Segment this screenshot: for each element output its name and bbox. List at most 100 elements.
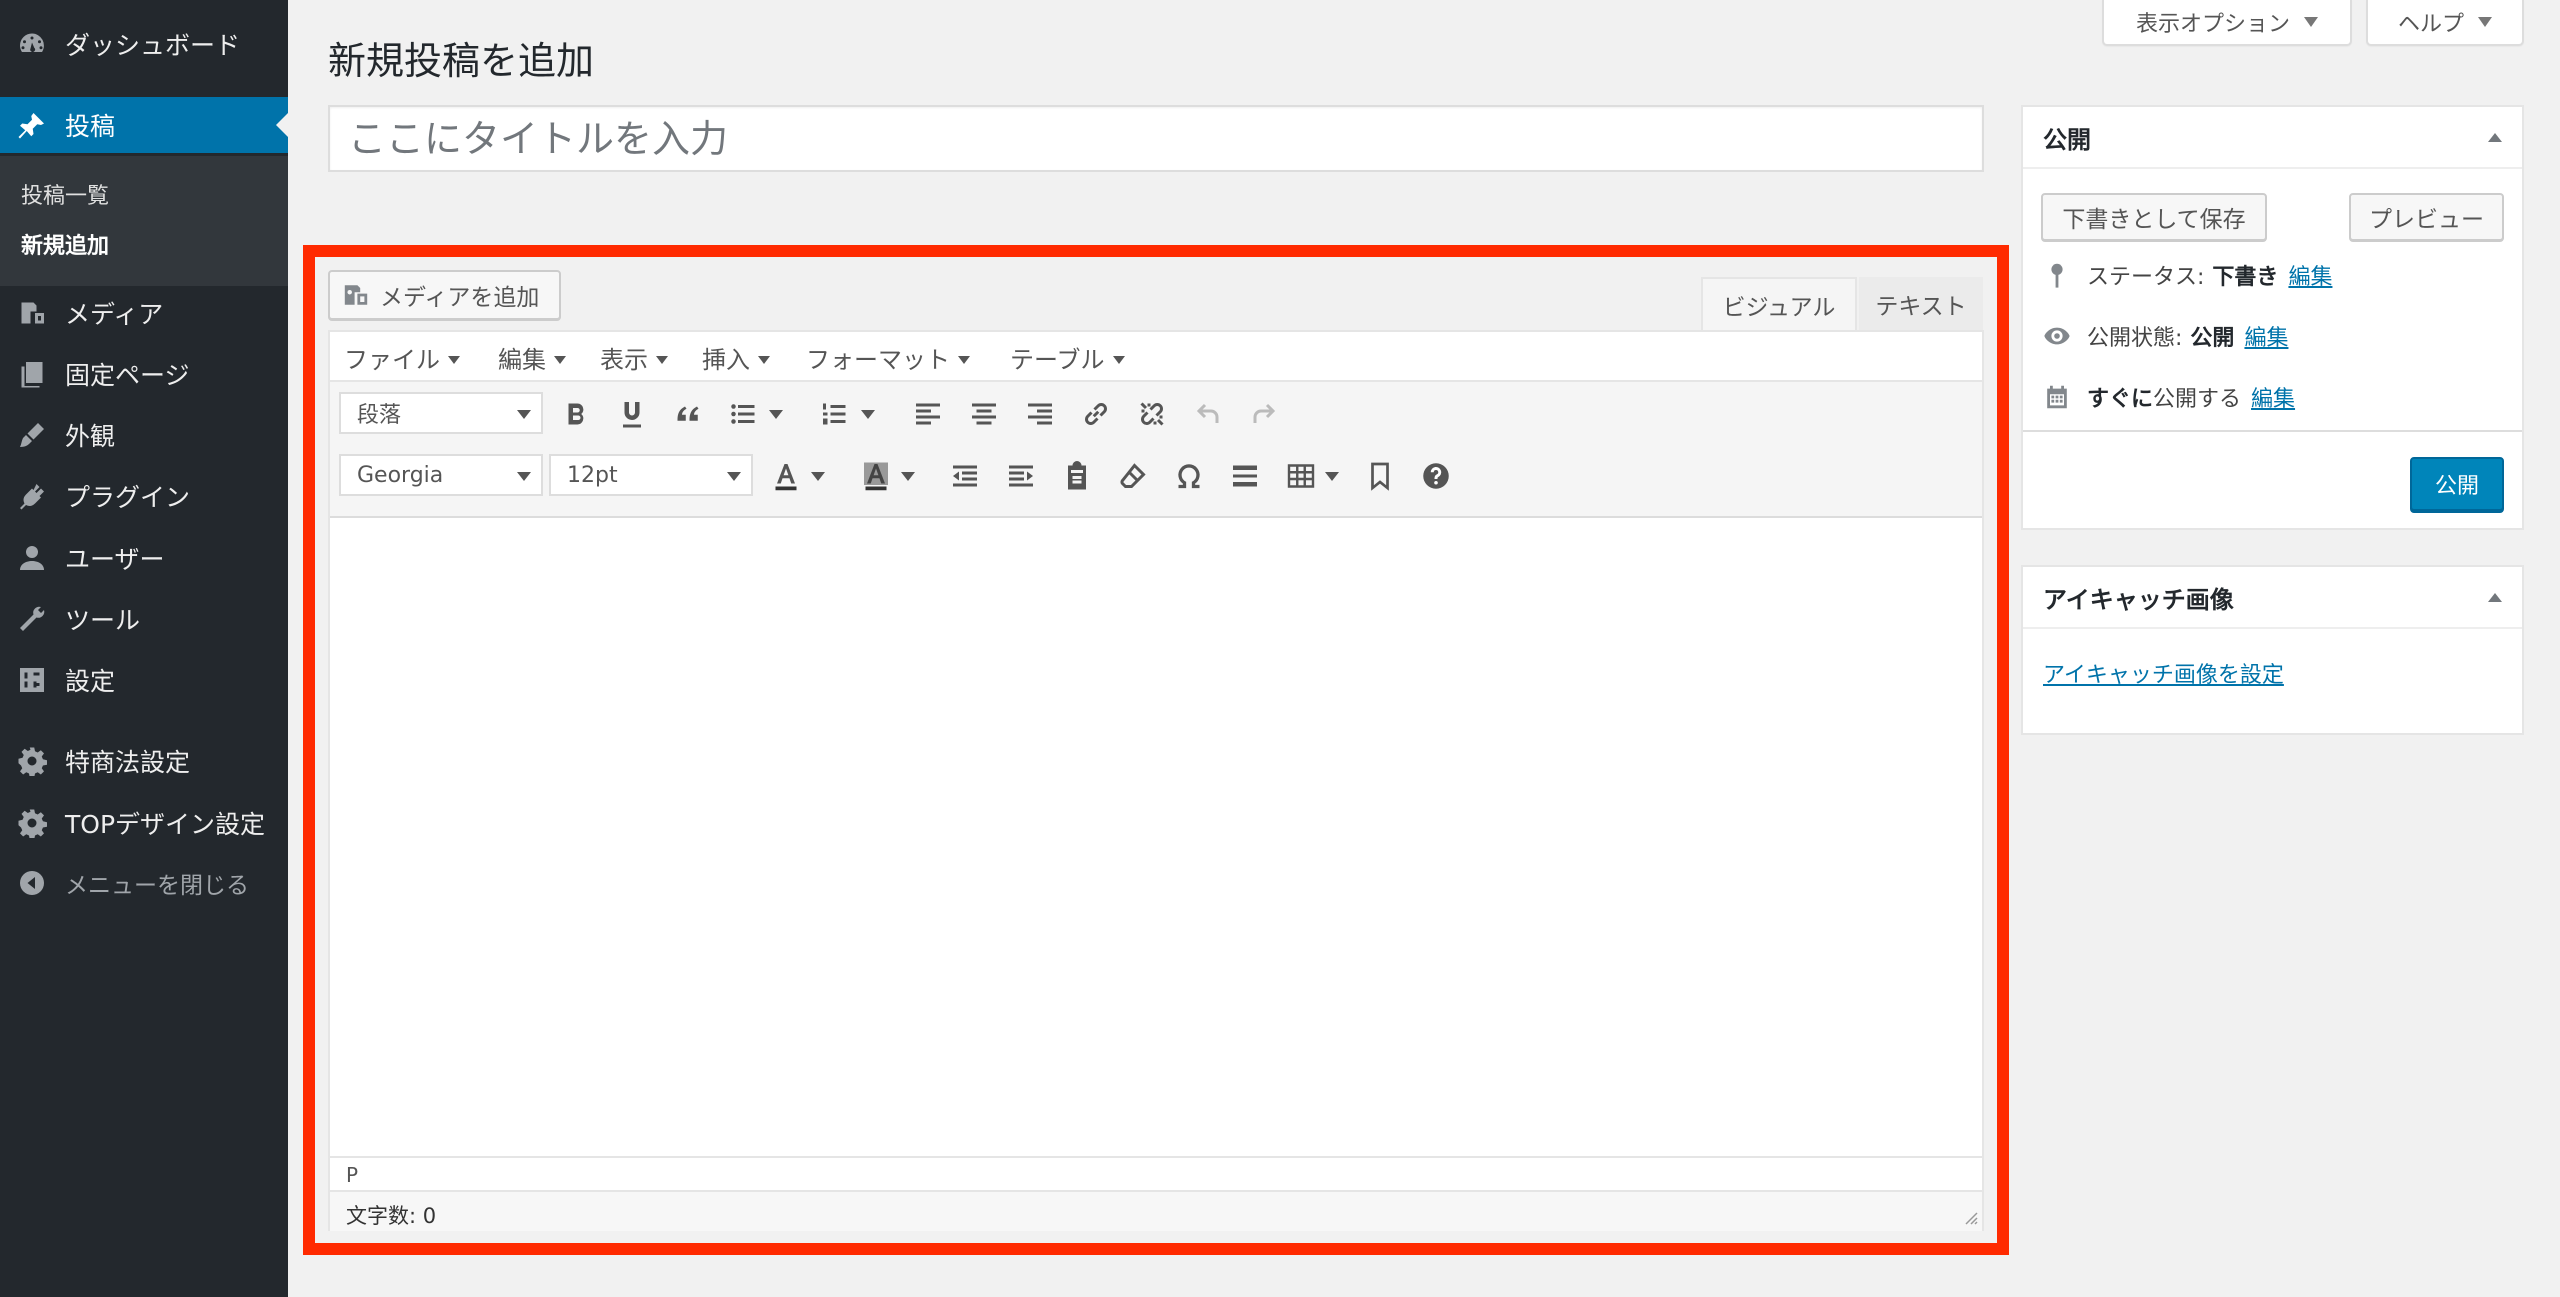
menu-pages[interactable]: 固定ページ — [0, 346, 288, 402]
menu-dashboard[interactable]: ダッシュボード — [0, 16, 288, 72]
insert-link-button[interactable] — [1076, 394, 1116, 434]
plugins-icon — [15, 479, 49, 513]
menu-top-design-settings[interactable]: TOPデザイン設定 — [0, 795, 288, 851]
menu-label: 固定ページ — [65, 361, 190, 390]
editor-content-area[interactable] — [330, 520, 1982, 1156]
collapse-arrow-icon[interactable] — [2488, 132, 2502, 142]
menubar-insert[interactable]: 挿入 — [702, 340, 770, 375]
numbered-list-dropdown[interactable] — [858, 394, 878, 434]
omega-icon — [1178, 464, 1200, 489]
edit-visibility-link[interactable]: 編集 — [2244, 320, 2288, 352]
menu-users[interactable]: ユーザー — [0, 530, 288, 586]
align-right-button[interactable] — [1020, 394, 1060, 434]
chevron-down-icon — [448, 355, 460, 364]
align-center-button[interactable] — [964, 394, 1004, 434]
visibility-label: 公開状態: — [2087, 326, 2183, 351]
visibility-value: 公開 — [2190, 326, 2235, 351]
undo-button[interactable] — [1188, 394, 1228, 434]
bold-button[interactable] — [556, 394, 596, 434]
post-title-input[interactable] — [328, 105, 1984, 172]
bullet-list-button[interactable] — [724, 394, 764, 434]
screen-options-button[interactable]: 表示オプション — [2102, 0, 2352, 46]
menubar-view[interactable]: 表示 — [600, 340, 668, 375]
menu-posts[interactable]: 投稿 — [0, 97, 288, 153]
font-family-select[interactable]: Georgia — [339, 454, 543, 496]
edit-schedule-link[interactable]: 編集 — [2251, 381, 2295, 413]
collapse-menu-button[interactable]: メニューを閉じる — [0, 855, 288, 911]
menu-settings[interactable]: 設定 — [0, 652, 288, 708]
outdent-button[interactable] — [945, 456, 985, 496]
tab-visual[interactable]: ビジュアル — [1701, 277, 1857, 331]
chevron-down-icon — [1112, 355, 1125, 364]
save-draft-button[interactable]: 下書きとして保存 — [2041, 193, 2267, 241]
menu-tokushoho-settings[interactable]: 特商法設定 — [0, 733, 288, 789]
menu-media[interactable]: メディア — [0, 285, 288, 341]
featured-image-title: アイキャッチ画像 — [2043, 585, 2234, 614]
edit-status-link[interactable]: 編集 — [2288, 259, 2332, 291]
outdent-icon — [953, 465, 977, 487]
schedule-label: 公開する — [2153, 387, 2242, 412]
help-button[interactable]: ヘルプ — [2366, 0, 2524, 46]
menubar-table[interactable]: テーブル — [1010, 340, 1125, 375]
remove-link-button[interactable] — [1132, 394, 1172, 434]
publish-button[interactable]: 公開 — [2410, 457, 2504, 511]
chevron-down-icon — [901, 471, 915, 481]
help-label: ヘルプ — [2397, 12, 2464, 37]
chevron-down-icon — [517, 472, 531, 481]
admin-sidebar: ダッシュボード 投稿 投稿一覧 新規追加 メディア 固定ページ 外観 プラグイン… — [0, 0, 288, 1297]
unlink-icon — [1140, 402, 1164, 426]
numbered-list-button[interactable] — [815, 394, 855, 434]
indent-icon — [1009, 465, 1033, 487]
table-dropdown[interactable] — [1322, 456, 1342, 496]
gear-icon — [15, 806, 49, 840]
special-character-button[interactable] — [1169, 456, 1209, 496]
help-shortcuts-button[interactable] — [1416, 456, 1456, 496]
featured-image-header[interactable]: アイキャッチ画像 — [2023, 567, 2522, 629]
preview-button[interactable]: プレビュー — [2349, 193, 2504, 241]
eye-icon — [2041, 320, 2073, 352]
menubar-format[interactable]: フォーマット — [806, 340, 970, 375]
bold-icon — [568, 403, 584, 425]
bookmark-button[interactable] — [1360, 456, 1400, 496]
submenu-add-new[interactable]: 新規追加 — [21, 228, 109, 260]
background-color-button[interactable] — [856, 456, 896, 496]
underline-button[interactable] — [612, 394, 652, 434]
text-color-dropdown[interactable] — [808, 456, 828, 496]
status-value: 下書き — [2212, 265, 2279, 290]
redo-button[interactable] — [1244, 394, 1284, 434]
blockquote-button[interactable] — [668, 394, 708, 434]
status-label: ステータス: — [2087, 265, 2205, 290]
collapse-arrow-icon[interactable] — [2488, 592, 2502, 602]
highlight-color-icon — [864, 462, 888, 491]
horizontal-line-button[interactable] — [1225, 456, 1265, 496]
menubar-label: ファイル — [344, 346, 440, 374]
menubar-label: 表示 — [600, 346, 648, 374]
paste-as-text-button[interactable] — [1057, 456, 1097, 496]
menu-plugins[interactable]: プラグイン — [0, 468, 288, 524]
format-select[interactable]: 段落 — [339, 392, 543, 434]
menu-tools[interactable]: ツール — [0, 591, 288, 647]
text-color-button[interactable] — [766, 456, 806, 496]
table-button[interactable] — [1281, 456, 1321, 496]
clear-formatting-button[interactable] — [1113, 456, 1153, 496]
link-icon — [1085, 403, 1107, 425]
set-featured-image-link[interactable]: アイキャッチ画像を設定 — [2043, 663, 2284, 688]
font-size-select[interactable]: 12pt — [549, 454, 753, 496]
screen-options-label: 表示オプション — [2135, 12, 2290, 37]
publish-box-header[interactable]: 公開 — [2023, 107, 2522, 169]
bullet-list-dropdown[interactable] — [766, 394, 786, 434]
submenu-all-posts[interactable]: 投稿一覧 — [21, 178, 109, 210]
background-color-dropdown[interactable] — [898, 456, 918, 496]
horizontal-rule-icon — [1233, 465, 1257, 487]
menubar-file[interactable]: ファイル — [344, 340, 460, 375]
menubar-edit[interactable]: 編集 — [498, 340, 566, 375]
appearance-icon — [15, 418, 49, 452]
add-media-button[interactable]: メディアを追加 — [328, 270, 561, 320]
media-icon — [344, 285, 368, 305]
menu-appearance[interactable]: 外観 — [0, 407, 288, 463]
tab-text[interactable]: テキスト — [1859, 277, 1983, 331]
menubar-label: 編集 — [498, 346, 546, 374]
indent-button[interactable] — [1001, 456, 1041, 496]
align-left-button[interactable] — [908, 394, 948, 434]
resize-handle-icon[interactable] — [1962, 1209, 1978, 1225]
